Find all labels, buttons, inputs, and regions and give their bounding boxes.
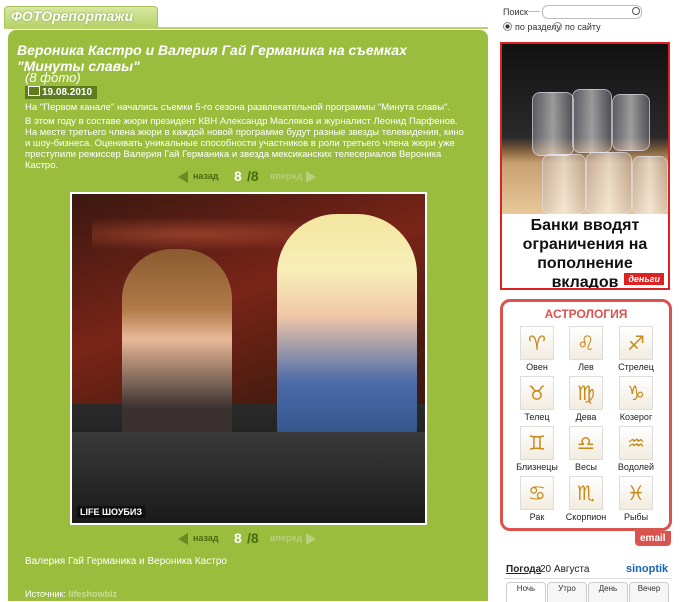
section-title: ФОТОрепортажи (11, 8, 134, 24)
article-photo[interactable]: LIFE ШОУБИЗ (70, 192, 427, 525)
photo-watermark: LIFE ШОУБИЗ (77, 506, 145, 518)
photo-figure-right (277, 214, 417, 439)
header-divider (4, 27, 488, 29)
cancer-icon: ♋ (520, 476, 554, 510)
sign-label: Рак (529, 512, 545, 522)
aries-icon: ♈ (520, 326, 554, 360)
sign-pisces[interactable]: ♓ Рыбы (615, 476, 657, 522)
photo-figure-left (122, 249, 232, 449)
prev-link[interactable]: назад (193, 533, 219, 543)
next-arrow-icon[interactable] (306, 171, 316, 183)
sagittarius-icon: ♐ (619, 326, 653, 360)
sign-label: Лев (578, 362, 594, 372)
date-badge: 19.08.2010 (25, 86, 98, 99)
weather-tab-day[interactable]: День (588, 582, 628, 602)
ad-banner[interactable]: Банки вводят ограничения на пополнение в… (500, 42, 670, 290)
leo-icon: ♌ (569, 326, 603, 360)
article-intro: На "Первом канале" начались съемки 5-го … (25, 102, 451, 113)
ad-image (502, 44, 668, 214)
sign-scorpio[interactable]: ♏ Скорпион (565, 476, 607, 522)
gemini-icon: ♊ (520, 426, 554, 460)
prev-arrow-icon[interactable] (178, 533, 188, 545)
sign-label: Козерог (619, 412, 653, 422)
search-label: Поиск (503, 7, 528, 17)
pager-total: /8 (247, 530, 259, 546)
next-arrow-icon[interactable] (306, 533, 316, 545)
sign-aquarius[interactable]: ♒ Водолей (615, 426, 657, 472)
weather-tab-night[interactable]: Ночь (506, 582, 546, 602)
taurus-icon: ♉ (520, 376, 554, 410)
scorpio-icon: ♏ (569, 476, 603, 510)
sign-label: Водолей (617, 462, 655, 472)
sign-libra[interactable]: ♎ Весы (565, 426, 607, 472)
next-link[interactable]: вперед (270, 533, 302, 543)
photo-caption: Валерия Гай Германика и Вероника Кастро (25, 556, 227, 567)
prev-link[interactable]: назад (193, 171, 219, 181)
weather-divider (504, 578, 672, 579)
radio-by-site[interactable]: по сайту (553, 22, 601, 32)
article-description: В этом году в составе жюри президент КВН… (25, 116, 464, 171)
sign-virgo[interactable]: ♍ Дева (565, 376, 607, 422)
astrology-widget: АСТРОЛОГИЯ ♈ Овен ♌ Лев ♐ Стрелец ♉ Телец ♍ Д… (500, 299, 672, 531)
ad-logo: деньги (624, 273, 664, 285)
virgo-icon: ♍ (569, 376, 603, 410)
sign-aries[interactable]: ♈ Овен (516, 326, 558, 372)
sign-label: Стрелец (618, 362, 654, 372)
sign-leo[interactable]: ♌ Лев (565, 326, 607, 372)
sign-label: Овен (526, 362, 548, 372)
sign-label: Близнецы (516, 462, 558, 472)
sign-label: Весы (575, 462, 597, 472)
libra-icon: ♎ (569, 426, 603, 460)
section-tab[interactable]: ФОТОрепортажи (4, 6, 158, 28)
weather-date: 20 Августа (540, 564, 590, 575)
search-arrow-icon (528, 11, 540, 12)
sign-label: Рыбы (623, 512, 649, 522)
sign-label: Скорпион (565, 512, 607, 522)
pager-top: назад 8 /8 вперед (178, 168, 323, 187)
aquarius-icon: ♒ (619, 426, 653, 460)
weather-widget: Погода 20 Августа sinoptik Ночь Утро Ден… (504, 560, 672, 602)
pager-current: 8 (234, 530, 242, 546)
calendar-icon (28, 86, 40, 96)
weather-tab-morning[interactable]: Утро (547, 582, 587, 602)
weather-tab-evening[interactable]: Вечер (629, 582, 669, 602)
source-label: Источник: (25, 589, 66, 599)
sign-taurus[interactable]: ♉ Телец (516, 376, 558, 422)
sign-sagittarius[interactable]: ♐ Стрелец (615, 326, 657, 372)
astrology-title: АСТРОЛОГИЯ (544, 307, 628, 321)
search-icon[interactable] (632, 7, 640, 15)
weather-title[interactable]: Погода (506, 564, 541, 575)
sign-label: Дева (575, 412, 597, 422)
weather-source-logo[interactable]: sinoptik (626, 563, 668, 575)
search-input[interactable] (542, 5, 642, 19)
next-link[interactable]: вперед (270, 171, 302, 181)
radio-checked-icon[interactable] (503, 22, 512, 31)
radio-unchecked-icon[interactable] (553, 22, 562, 31)
article-source: Источник: lifeshowbiz (25, 589, 117, 599)
email-button[interactable]: email (635, 531, 671, 546)
pager-bottom: назад 8 /8 вперед (178, 530, 323, 549)
prev-arrow-icon[interactable] (178, 171, 188, 183)
capricorn-icon: ♑ (619, 376, 653, 410)
article-title: Вероника Кастро и Валерия Гай Германика … (17, 42, 407, 74)
pisces-icon: ♓ (619, 476, 653, 510)
pager-total: /8 (247, 168, 259, 184)
sign-capricorn[interactable]: ♑ Козерог (615, 376, 657, 422)
photo-count: (8 фото) (25, 70, 81, 85)
sign-label: Телец (524, 412, 550, 422)
sign-cancer[interactable]: ♋ Рак (516, 476, 558, 522)
article-date: 19.08.2010 (42, 87, 93, 98)
source-link[interactable]: lifeshowbiz (68, 589, 117, 599)
pager-current: 8 (234, 168, 242, 184)
radio-by-site-label: по сайту (565, 22, 601, 32)
sign-gemini[interactable]: ♊ Близнецы (516, 426, 558, 472)
